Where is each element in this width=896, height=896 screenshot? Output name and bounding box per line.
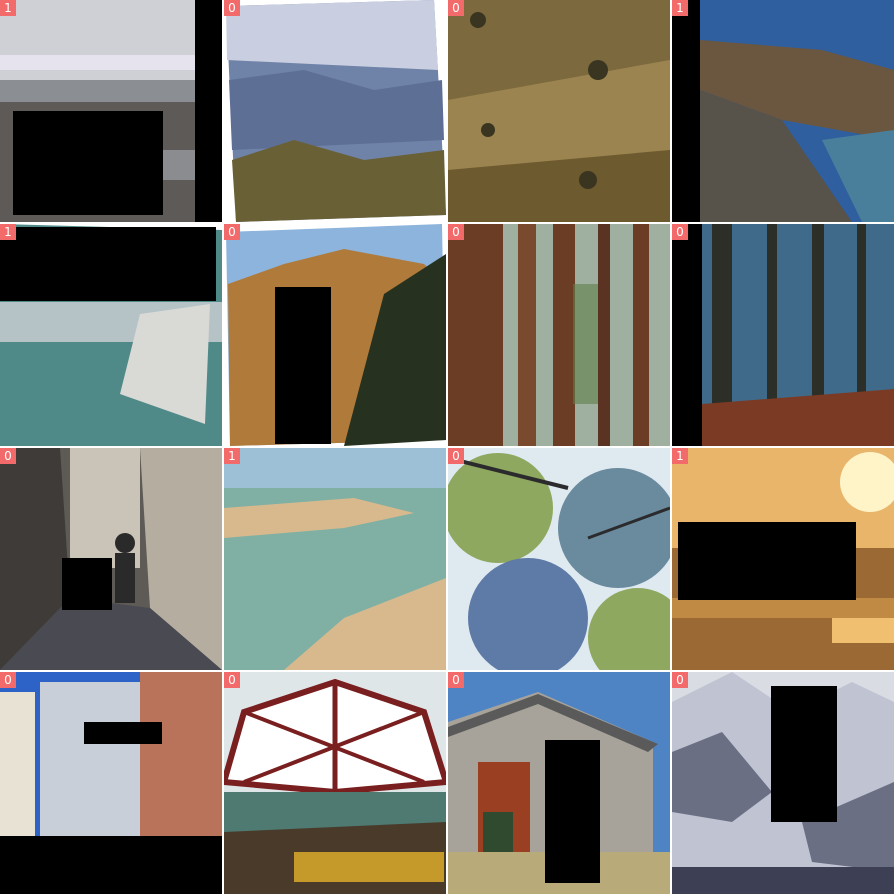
- tile-narrow-alley[interactable]: 0: [0, 448, 222, 670]
- tile-grassy-hillside[interactable]: 0: [448, 0, 670, 222]
- mask-box: [0, 227, 216, 301]
- tile-pine-forest[interactable]: 0: [672, 224, 894, 446]
- mask-box: [275, 287, 331, 444]
- tile-shallow-lagoon[interactable]: 1: [224, 448, 446, 670]
- market-dome-photo: [224, 672, 446, 894]
- tile-wooden-shed[interactable]: 0: [448, 672, 670, 894]
- tile-label: 0: [672, 224, 688, 240]
- tile-coastal-cliffs[interactable]: 1: [672, 0, 894, 222]
- tile-tree-canopy[interactable]: 0: [448, 448, 670, 670]
- mask-box: [0, 836, 222, 894]
- grassy-hillside-photo: [448, 0, 670, 222]
- tile-label: 0: [0, 448, 16, 464]
- pine-forest-photo: [672, 224, 894, 446]
- tile-label: 0: [224, 0, 240, 16]
- tile-label: 0: [672, 672, 688, 688]
- tile-mountain-valley[interactable]: 0: [224, 0, 446, 222]
- tile-label: 1: [672, 448, 688, 464]
- tile-market-dome[interactable]: 0: [224, 672, 446, 894]
- tile-label: 1: [224, 448, 240, 464]
- mask-box: [13, 111, 163, 215]
- mask-box: [62, 558, 112, 610]
- tile-label: 1: [672, 0, 688, 16]
- tile-beach-pebbles[interactable]: 1: [0, 0, 222, 222]
- image-grid: 1 0 0 1 1 0 0 0 0 1 0 1 0 0 0 0: [0, 0, 896, 896]
- tile-white-cliff-sea[interactable]: 1: [0, 224, 222, 446]
- mask-box: [545, 740, 600, 883]
- tree-canopy-photo: [448, 448, 670, 670]
- tile-label: 1: [0, 224, 16, 240]
- mask-box: [678, 522, 856, 600]
- coastal-cliffs-photo: [672, 0, 894, 222]
- tile-label: 0: [224, 224, 240, 240]
- rocky-peak-photo: [224, 224, 446, 446]
- mask-box: [771, 686, 837, 822]
- redwood-forest-photo: [448, 224, 670, 446]
- tile-label: 0: [448, 224, 464, 240]
- tile-label: 0: [448, 672, 464, 688]
- mountain-valley-photo: [224, 0, 446, 222]
- tile-label: 0: [448, 448, 464, 464]
- tile-redwood-forest[interactable]: 0: [448, 224, 670, 446]
- tile-city-skyscrapers[interactable]: 0: [0, 672, 222, 894]
- tile-label: 0: [0, 672, 16, 688]
- mask-box: [84, 722, 162, 744]
- shallow-lagoon-photo: [224, 448, 446, 670]
- tile-snowy-mountains[interactable]: 0: [672, 672, 894, 894]
- tile-label: 0: [448, 0, 464, 16]
- tile-rocky-peak[interactable]: 0: [224, 224, 446, 446]
- tile-label: 1: [0, 0, 16, 16]
- tile-label: 0: [224, 672, 240, 688]
- tile-golden-sunset-beach[interactable]: 1: [672, 448, 894, 670]
